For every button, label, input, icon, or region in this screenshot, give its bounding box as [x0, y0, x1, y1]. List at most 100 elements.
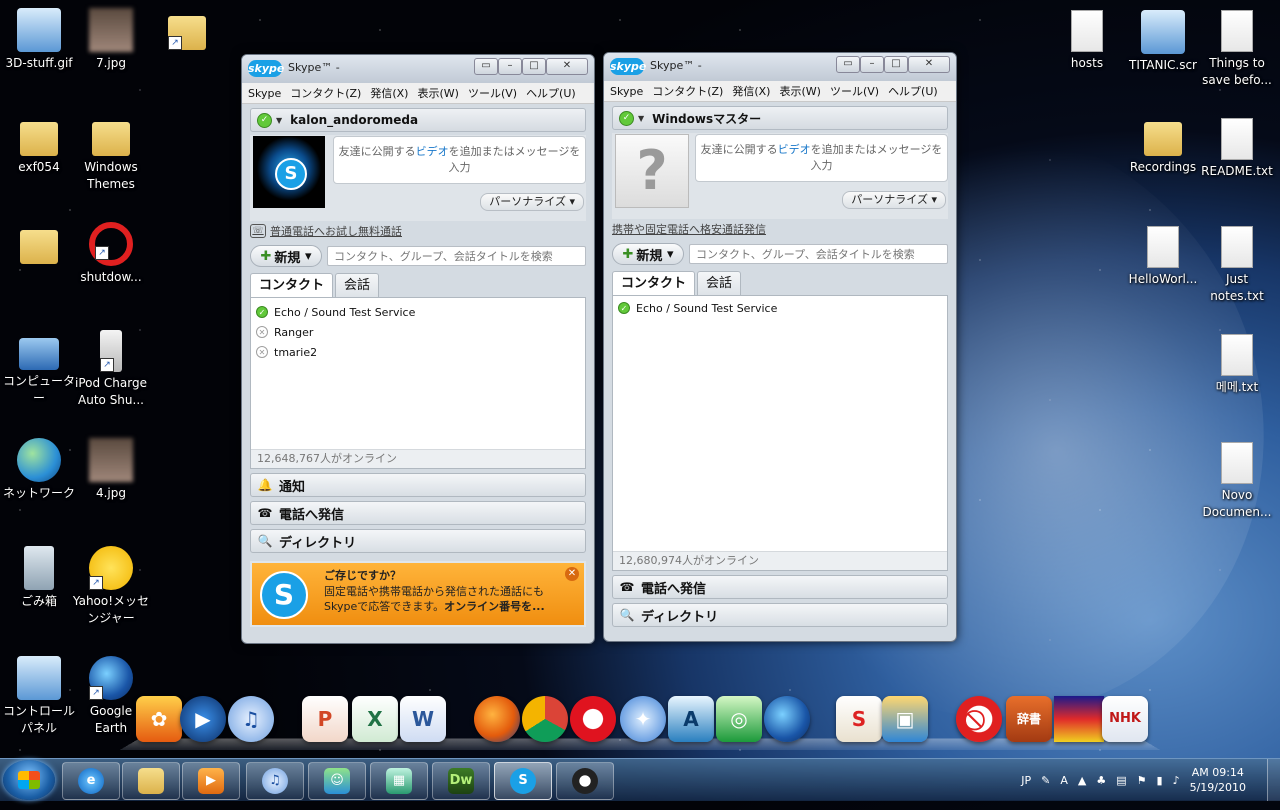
list-item[interactable]: ✓ Echo / Sound Test Service [613, 298, 947, 318]
ime-mode[interactable]: A [1060, 774, 1068, 787]
bittorrent-icon[interactable]: ◎ [716, 696, 762, 742]
phone-call-link[interactable]: ☏ 普通電話へお試し無料通話 [250, 221, 586, 241]
tab-contacts[interactable]: コンタクト [612, 271, 696, 296]
chevron-down-icon[interactable]: ▼ [638, 114, 644, 123]
desktop-icon-network[interactable]: ネットワーク [0, 438, 78, 502]
chevron-down-icon[interactable]: ▼ [276, 116, 282, 125]
opera-icon[interactable] [570, 696, 616, 742]
show-hidden-icons-icon[interactable]: ▲ [1078, 774, 1086, 787]
avatar[interactable]: ? [615, 134, 689, 208]
skype-window-right[interactable]: skype Skype™ - ▭ – □ ✕ Skype コンタクト(Z) 発信… [603, 52, 957, 642]
ime-pad-icon[interactable]: ✎ [1041, 774, 1050, 787]
taskbar-explorer[interactable] [122, 762, 180, 800]
desktop-icon-3d-stuff[interactable]: 3D-stuff.gif [0, 8, 78, 72]
taskbar-messenger[interactable]: ☺ [308, 762, 366, 800]
desktop-icon-recycle-bin[interactable]: ごみ箱 [0, 546, 78, 610]
taskbar-dreamweaver[interactable]: Dw [432, 762, 490, 800]
menu-view[interactable]: 表示(W) [779, 83, 820, 99]
desktop-icon-4jpg[interactable]: 4.jpg [72, 438, 150, 502]
personalize-button[interactable]: パーソナライズ ▾ [842, 191, 946, 209]
online-status-icon[interactable]: ✓ [257, 112, 272, 128]
shutdown-icon[interactable]: ⃠ [956, 696, 1002, 742]
powerpoint-icon[interactable]: P [302, 696, 348, 742]
desktop-icon-windows-themes[interactable]: Windows Themes [72, 114, 150, 193]
taskbar-skype[interactable]: S [494, 762, 552, 800]
online-status-icon[interactable]: ✓ [619, 110, 634, 126]
desktop-icon-things-to-save[interactable]: Things to save befo... [1198, 10, 1276, 89]
notifications-section[interactable]: 🔔 通知 [250, 473, 586, 497]
desktop-icon-just-notes[interactable]: Just notes.txt [1198, 226, 1276, 305]
paint-icon[interactable]: S [836, 696, 882, 742]
desktop-icon-ipod-charge[interactable]: ↗ iPod Charge Auto Shu... [72, 330, 150, 409]
close-icon[interactable]: ✕ [565, 567, 579, 581]
desktop-icon-novo-documento[interactable]: Novo Documen... [1198, 442, 1276, 521]
menu-tools[interactable]: ツール(V) [468, 85, 517, 101]
desktop-icon-recordings[interactable]: Recordings [1124, 114, 1202, 176]
call-phones-section[interactable]: ☎ 電話へ発信 [612, 575, 948, 599]
user-status-bar[interactable]: ✓ ▼ Windowsマスター [612, 106, 948, 130]
skype-window-left[interactable]: skype Skype™ - ▭ – □ ✕ Skype コンタクト(Z) 発信… [241, 54, 595, 644]
taskbar-ie[interactable]: e [62, 762, 120, 800]
itunes-icon[interactable]: ♫ [228, 696, 274, 742]
chrome-icon[interactable] [522, 696, 568, 742]
taskbar-qq[interactable] [556, 762, 614, 800]
list-item[interactable]: ✓ Echo / Sound Test Service [251, 302, 585, 322]
taskbar-app[interactable]: ▦ [370, 762, 428, 800]
list-item[interactable]: ✕ Ranger [251, 322, 585, 342]
directory-section[interactable]: 🔍 ディレクトリ [612, 603, 948, 627]
desktop-icon-shutdown[interactable]: ↗ shutdow... [72, 222, 150, 286]
search-input[interactable] [327, 246, 586, 266]
dictionary-icon[interactable]: 辞書 [1006, 696, 1052, 742]
flag-icon[interactable] [1054, 696, 1104, 742]
user-status-bar[interactable]: ✓ ▼ kalon_andoromeda [250, 108, 586, 132]
device-icon[interactable]: ▤ [1116, 774, 1126, 787]
maximize-button[interactable]: □ [522, 58, 546, 75]
compact-view-button[interactable]: ▭ [474, 58, 498, 75]
photo-app-icon[interactable]: ✿ [136, 696, 182, 742]
desktop-icon-titanic[interactable]: TITANIC.scr [1124, 10, 1202, 74]
menu-contacts[interactable]: コンタクト(Z) [290, 85, 361, 101]
desktop-icon-hosts[interactable]: hosts [1048, 10, 1126, 72]
new-button[interactable]: ✚ 新規 ▾ [612, 243, 684, 265]
a-app-icon[interactable]: A [668, 696, 714, 742]
menu-help[interactable]: ヘルプ(U) [526, 85, 576, 101]
menu-skype[interactable]: Skype [610, 85, 643, 98]
call-phones-section[interactable]: ☎ 電話へ発信 [250, 501, 586, 525]
menu-contacts[interactable]: コンタクト(Z) [652, 83, 723, 99]
qq-tray-icon[interactable]: ♣ [1096, 774, 1106, 787]
desktop-icon-control-panel[interactable]: コントロール パネル [0, 656, 78, 737]
desktop-icon-7jpg[interactable]: 7.jpg [72, 8, 150, 72]
safari-icon[interactable]: ✦ [620, 696, 666, 742]
menu-call[interactable]: 発信(X) [732, 83, 770, 99]
word-icon[interactable]: W [400, 696, 446, 742]
list-item[interactable]: ✕ tmarie2 [251, 342, 585, 362]
show-desktop-button[interactable] [1267, 759, 1280, 801]
video-link[interactable]: ビデオ [778, 143, 811, 156]
desktop-icon-helloworld[interactable]: HelloWorl... [1124, 226, 1202, 288]
start-button[interactable] [3, 760, 55, 800]
menu-help[interactable]: ヘルプ(U) [888, 83, 938, 99]
desktop-icon-korean-txt[interactable]: 메메.txt [1198, 334, 1276, 396]
avatar[interactable]: S [253, 136, 325, 208]
google-earth-icon[interactable] [764, 696, 810, 742]
close-button[interactable]: ✕ [546, 58, 588, 75]
compact-view-button[interactable]: ▭ [836, 56, 860, 73]
online-number-link[interactable]: オンライン番号を... [444, 600, 545, 613]
menu-view[interactable]: 表示(W) [417, 85, 458, 101]
tab-contacts[interactable]: コンタクト [250, 273, 334, 298]
phone-call-link[interactable]: 携帯や固定電話へ格安通話発信 [612, 219, 948, 239]
taskbar-itunes[interactable]: ♫ [246, 762, 304, 800]
personalize-button[interactable]: パーソナライズ ▾ [480, 193, 584, 211]
promo-banner[interactable]: S ご存じですか？ 固定電話や携帯電話から発信された通話にもSkypeで応答でき… [250, 561, 586, 627]
maximize-button[interactable]: □ [884, 56, 908, 73]
network-signal-icon[interactable]: ▮ [1157, 774, 1163, 787]
vmware-icon[interactable]: ▣ [882, 696, 928, 742]
language-indicator[interactable]: JP [1021, 774, 1031, 787]
desktop-icon-computer[interactable]: コンピューター [0, 330, 78, 407]
minimize-button[interactable]: – [860, 56, 884, 73]
media-player-icon[interactable]: ▶ [180, 696, 226, 742]
mood-message-field[interactable]: 友達に公開するビデオを追加またはメッセージを入力 [333, 136, 586, 184]
desktop-icon-user-folder[interactable] [0, 222, 78, 267]
desktop-icon-exf054[interactable]: exf054 [0, 114, 78, 176]
excel-icon[interactable]: X [352, 696, 398, 742]
